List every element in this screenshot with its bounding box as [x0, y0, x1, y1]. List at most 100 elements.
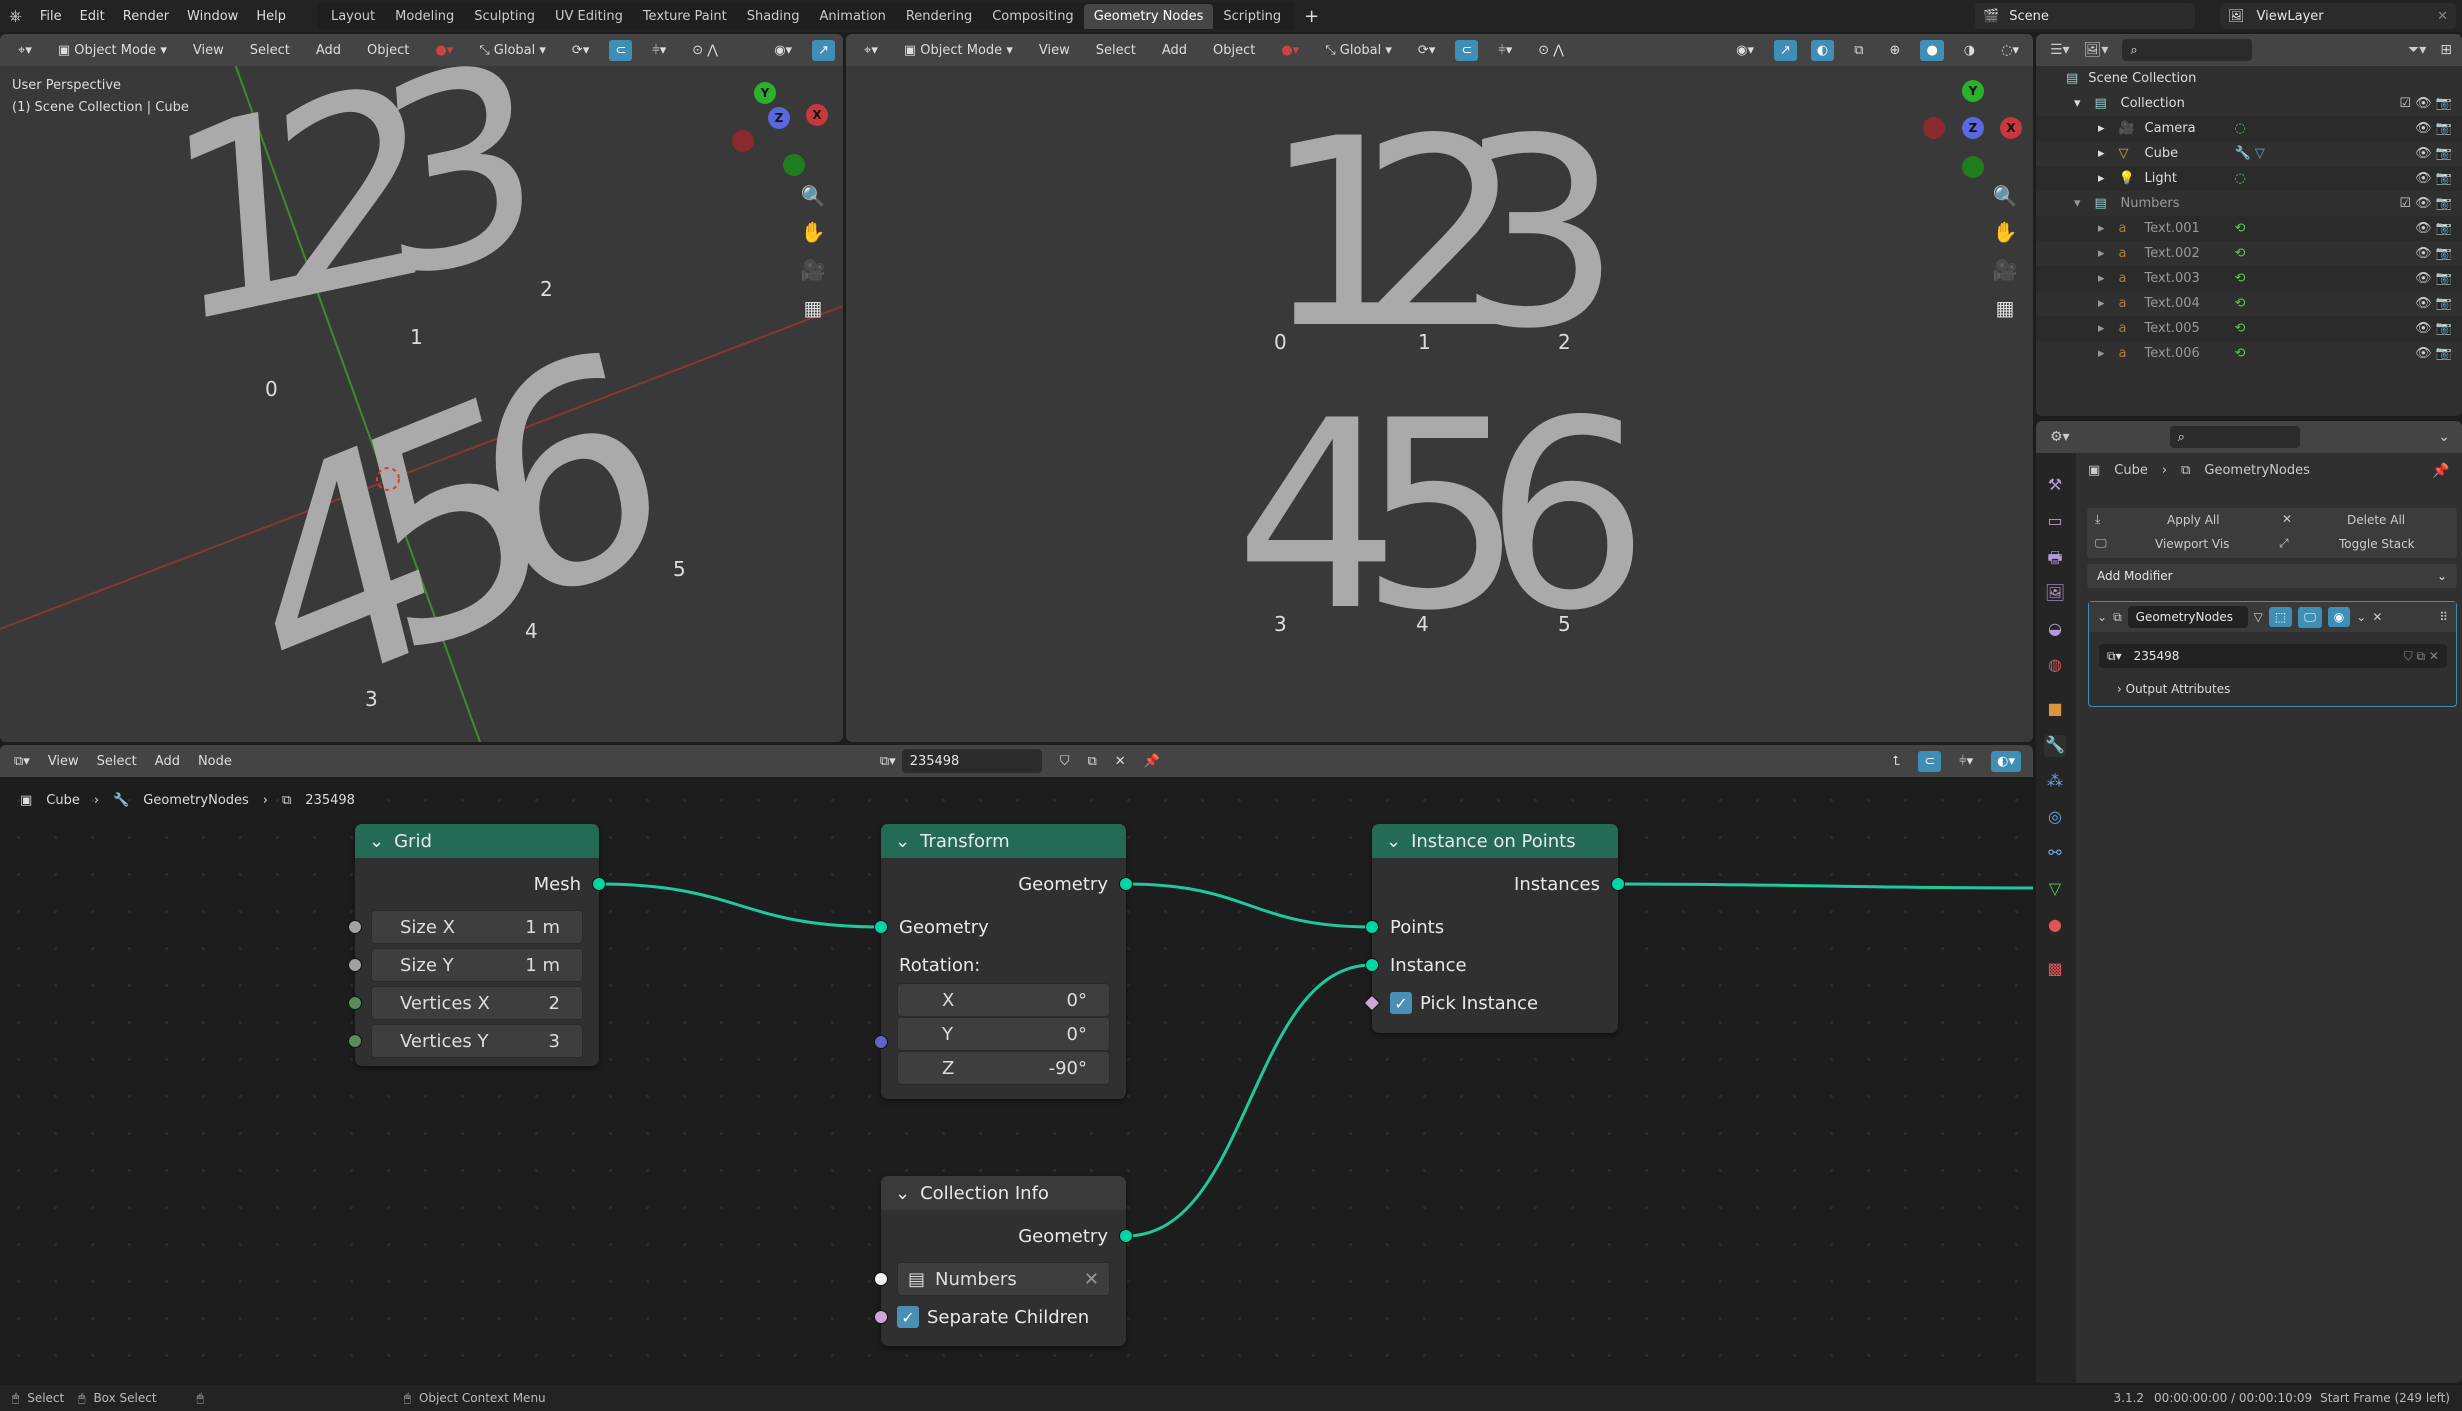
workspace-tab-animation[interactable]: Animation [810, 4, 896, 29]
size-y-socket[interactable] [348, 958, 362, 972]
snap-icon[interactable]: ⊂ [609, 39, 633, 61]
node-group-selector[interactable]: ⧉▾ 235498 ⛉ ⧉ ✕ [2099, 644, 2447, 668]
disclosure-triangle-icon[interactable]: ▸ [2098, 296, 2105, 311]
node-header[interactable]: ⌄ Grid [355, 824, 599, 858]
grid-view-icon[interactable]: ▦ [1990, 296, 2020, 326]
pan-hand-icon[interactable]: ✋ [798, 220, 828, 250]
disclosure-triangle-icon[interactable]: ▸ [2098, 321, 2105, 336]
delete-all-button[interactable]: Delete All [2347, 513, 2405, 527]
remove-modifier-icon[interactable]: ✕ [2372, 610, 2382, 624]
visibility-toggles-icon[interactable]: 👁 📷 [2415, 346, 2452, 361]
visibility-toggles-icon[interactable]: 👁 📷 [2415, 296, 2452, 311]
snap-target-icon[interactable]: ⫩▾ [646, 40, 672, 61]
material-shading-icon[interactable]: ◑ [1958, 40, 1981, 61]
pin-icon[interactable]: 📌 [2432, 463, 2449, 479]
visibility-toggles-icon[interactable]: ☑ 👁 📷 [2399, 196, 2452, 211]
outliner-row[interactable]: ▸ a Text.001 ⟲ 👁 📷 [2036, 216, 2462, 241]
gizmo-neg-x[interactable] [732, 130, 754, 152]
node-header[interactable]: ⌄ Collection Info [881, 1176, 1126, 1210]
orientation-selector[interactable]: ⤡ Global ▾ [1319, 40, 1398, 61]
perspective-toggle-icon[interactable]: ▦ [798, 296, 828, 326]
separate-children-socket[interactable] [874, 1310, 888, 1324]
disclosure-triangle-icon[interactable]: ▸ [2098, 121, 2105, 136]
pivot-icon[interactable]: ⟳▾ [566, 40, 595, 61]
blender-logo-icon[interactable]: ⎈ [0, 6, 31, 26]
menu-view[interactable]: View [187, 40, 230, 61]
collection-field[interactable]: ▤ Numbers ✕ [897, 1262, 1110, 1296]
disclosure-triangle-icon[interactable]: ▸ [2098, 171, 2105, 186]
disclosure-triangle-icon[interactable]: ▸ [2098, 221, 2105, 236]
instances-output-socket[interactable] [1611, 877, 1625, 891]
proportional-edit-icon[interactable]: ⊙ ⋀ [1532, 40, 1570, 61]
outliner-row[interactable]: ▸ 🎥 Camera ◌ 👁 📷 [2036, 116, 2462, 141]
editor-type-button[interactable]: ⌖▾ [858, 40, 884, 61]
realtime-icon[interactable]: 🖵 [2298, 606, 2322, 628]
wireframe-shading-icon[interactable]: ⊕ [1884, 40, 1907, 61]
disclosure-triangle-icon[interactable]: ▾ [2074, 96, 2081, 111]
menu-add[interactable]: Add [310, 40, 347, 61]
node-editor[interactable]: ⧉▾ View Select Add Node ⧉▾ 235498 ⛉ ⧉ ✕ … [0, 745, 2033, 1383]
size-x-socket[interactable] [348, 920, 362, 934]
geometry-output-socket[interactable] [1119, 1229, 1133, 1243]
workspace-tab-texture-paint[interactable]: Texture Paint [633, 4, 737, 29]
menu-add[interactable]: Add [1156, 40, 1193, 61]
workspace-tab-sculpting[interactable]: Sculpting [464, 4, 545, 29]
object-data-icon[interactable]: ◌ [2235, 171, 2246, 186]
object-data-icon[interactable]: ⟲ [2235, 221, 2246, 236]
edit-mode-icon[interactable]: ▽ [2254, 610, 2263, 624]
camera-view-icon[interactable]: 🎥 [1990, 258, 2020, 288]
tool-tab-icon[interactable]: ⚒ [2044, 475, 2066, 497]
object-tab-icon[interactable]: ■ [2044, 699, 2066, 721]
checkbox-checked-icon[interactable]: ✓ [897, 1306, 919, 1328]
output-attributes-subpanel[interactable]: › Output Attributes [2117, 682, 2230, 696]
object-data-icon[interactable]: ⟲ [2235, 246, 2246, 261]
rendered-shading-icon[interactable]: ◌▾ [1995, 40, 2025, 61]
visibility-toggles-icon[interactable]: 👁 📷 [2415, 221, 2452, 236]
separate-children-checkbox[interactable]: ✓ Separate Children [881, 1300, 1126, 1334]
collapse-icon[interactable]: ⌄ [1386, 831, 1401, 852]
grid-node[interactable]: ⌄ Grid Mesh Size X1 m Size Y1 m Vertices … [348, 824, 606, 1066]
view-layer-tab-icon[interactable]: 🖼 [2044, 583, 2066, 605]
properties-search[interactable]: ⌕ [2169, 426, 2300, 448]
rotation-y-field[interactable]: Y 0° [897, 1017, 1110, 1051]
disclosure-triangle-icon[interactable]: ▾ [2074, 196, 2081, 211]
menu-select[interactable]: Select [244, 40, 296, 61]
rotation-socket[interactable] [874, 1035, 888, 1049]
gizmo-neg-x[interactable] [1923, 117, 1945, 139]
visibility-toggles-icon[interactable]: 👁 📷 [2415, 121, 2452, 136]
texture-tab-icon[interactable]: ▩ [2044, 959, 2066, 981]
solid-shading-icon[interactable]: ● [1920, 39, 1944, 61]
editor-type-icon[interactable]: ⚙▾ [2050, 429, 2070, 445]
collapse-icon[interactable]: ⌄ [2097, 610, 2107, 624]
xray-icon[interactable]: ⧉ [1848, 40, 1869, 61]
view-layer-icon[interactable]: 🖼▾ [2084, 42, 2109, 58]
transform-node[interactable]: ⌄ Transform Geometry Geometry Rotation: X… [874, 824, 1133, 1099]
collection-input-socket[interactable] [874, 1272, 888, 1286]
particles-tab-icon[interactable]: ⁂ [2044, 771, 2066, 793]
menu-render[interactable]: Render [114, 9, 178, 24]
modifier-tab-icon[interactable]: 🔧 [2044, 735, 2066, 757]
workspace-tab-shading[interactable]: Shading [737, 4, 810, 29]
snap-target-icon[interactable]: ⫩▾ [1492, 40, 1518, 61]
view-layer-selector[interactable]: 🖼 ViewLayer ✕ [2220, 3, 2456, 29]
vertices-y-socket[interactable] [348, 1034, 362, 1048]
vertices-x-socket[interactable] [348, 996, 362, 1010]
output-tab-icon[interactable]: 🖶 [2044, 547, 2066, 569]
visibility-toggles-icon[interactable]: ☑ 👁 📷 [2399, 96, 2452, 111]
orientation-selector[interactable]: ⤡ Global ▾ [473, 40, 552, 61]
editor-type-button[interactable]: ⌖▾ [12, 40, 38, 61]
material-icon[interactable]: ●▾ [429, 40, 459, 61]
outliner-row[interactable]: ▸ a Text.003 ⟲ 👁 📷 [2036, 266, 2462, 291]
workspace-tab-modeling[interactable]: Modeling [385, 4, 464, 29]
checkbox-checked-icon[interactable]: ✓ [1390, 992, 1412, 1014]
workspace-tab-rendering[interactable]: Rendering [896, 4, 982, 29]
menu-select[interactable]: Select [1090, 40, 1142, 61]
instance-input-socket[interactable] [1365, 958, 1379, 972]
geometry-output-socket[interactable] [1119, 877, 1133, 891]
gizmo-toggle-icon[interactable]: ↗ [812, 39, 835, 61]
gizmo-z-axis[interactable]: Z [1962, 117, 1984, 139]
disclosure-triangle-icon[interactable]: ▸ [2098, 246, 2105, 261]
rotation-x-field[interactable]: X 0° [897, 983, 1110, 1017]
menu-object[interactable]: Object [361, 40, 415, 61]
gizmo-x-axis[interactable]: X [2000, 117, 2022, 139]
